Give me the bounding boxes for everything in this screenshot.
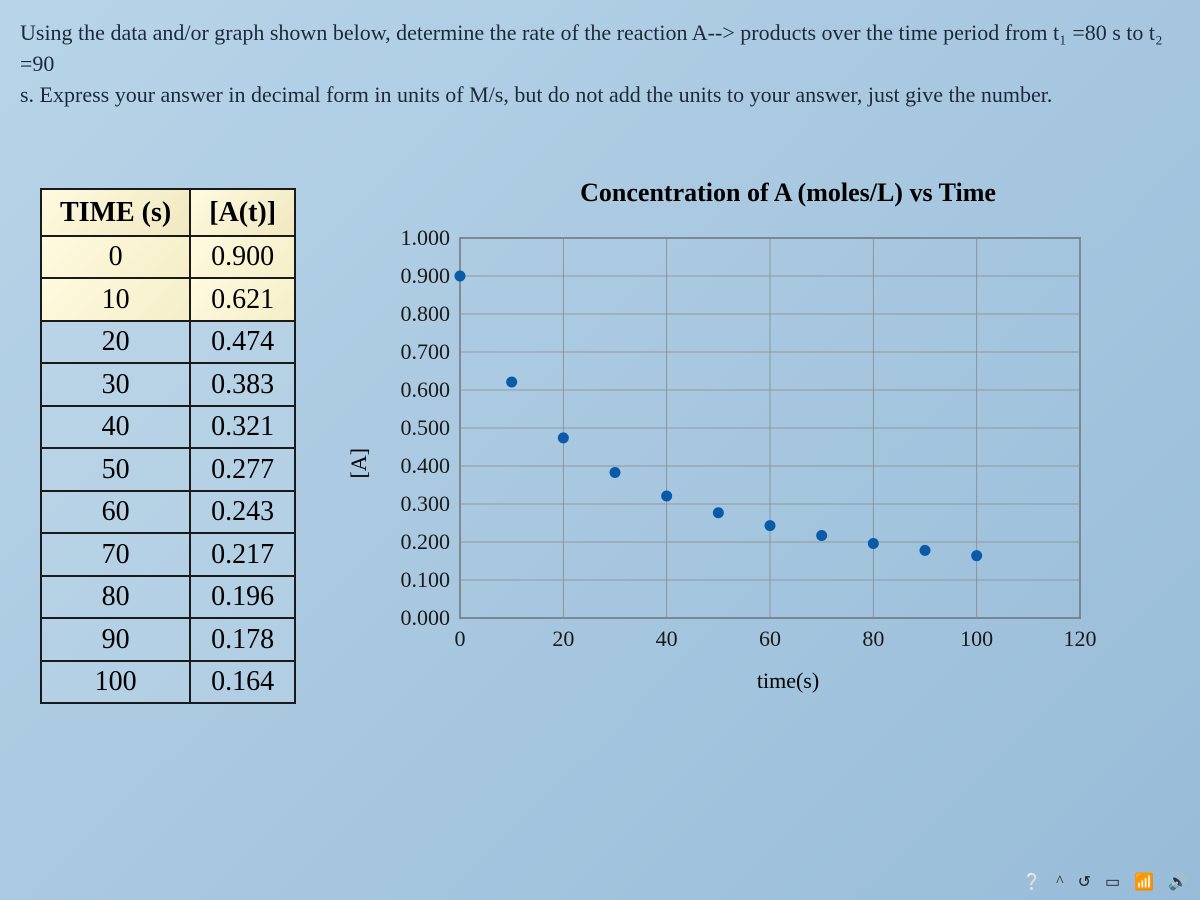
table-row: 500.277 [41,448,295,490]
cell-time: 90 [41,618,190,660]
svg-text:120: 120 [1064,626,1097,651]
cell-time: 0 [41,236,190,278]
scatter-plot: 0 20 40 60 80 100 120 0.000 0.100 0.200 0.300 0.400… [380,228,1100,658]
cell-conc: 0.178 [190,618,295,660]
cell-conc: 0.321 [190,406,295,448]
svg-text:0.300: 0.300 [401,491,451,516]
chart-wrap: [A] 0204060801001200.0000.1000.2000.3000… [346,228,1170,658]
svg-text:40: 40 [656,626,678,651]
cell-time: 20 [41,321,190,363]
svg-text:0: 0 [455,626,466,651]
cell-conc: 0.277 [190,448,295,490]
chevron-up-icon[interactable]: ^ [1056,873,1064,891]
svg-text:0.100: 0.100 [401,567,451,592]
cell-conc: 0.621 [190,278,295,320]
svg-text:0.800: 0.800 [401,301,451,326]
cell-time: 100 [41,661,190,704]
svg-text:0.500: 0.500 [401,415,451,440]
cell-time: 70 [41,533,190,575]
table-row: 900.178 [41,618,295,660]
table-row: 1000.164 [41,661,295,704]
chart-title: Concentration of A (moles/L) vs Time [406,178,1170,208]
table-row: 300.383 [41,363,295,405]
table-row: 700.217 [41,533,295,575]
volume-icon[interactable]: 🔊 [1168,872,1188,892]
table-row: 00.900 [41,236,295,278]
svg-text:0.400: 0.400 [401,453,451,478]
table-row: 100.621 [41,278,295,320]
header-time: TIME (s) [41,189,190,236]
concentration-table: TIME (s) [A(t)] 00.900 100.621 200.474 3… [40,188,296,704]
svg-text:20: 20 [552,626,574,651]
svg-text:1.000: 1.000 [401,228,451,250]
cell-conc: 0.164 [190,661,295,704]
cell-time: 80 [41,576,190,618]
x-axis-label: time(s) [406,668,1170,694]
svg-text:60: 60 [759,626,781,651]
table-row: 800.196 [41,576,295,618]
question-prompt: Using the data and/or graph shown below,… [0,0,1200,128]
cell-conc: 0.196 [190,576,295,618]
svg-text:100: 100 [960,626,993,651]
battery-icon[interactable]: ▭ [1105,872,1120,892]
cell-conc: 0.217 [190,533,295,575]
cell-conc: 0.243 [190,491,295,533]
svg-text:0.200: 0.200 [401,529,451,554]
cell-conc: 0.474 [190,321,295,363]
cell-time: 40 [41,406,190,448]
chart-plot-area: 0 20 40 60 80 100 120 0.000 0.100 0.200 0.300 0.400… [380,228,1100,658]
cell-conc: 0.383 [190,363,295,405]
svg-text:0.600: 0.600 [401,377,451,402]
y-axis-label: [A] [346,408,372,479]
header-concentration: [A(t)] [190,189,295,236]
question-line1: Using the data and/or graph shown below,… [20,20,1163,76]
cell-time: 50 [41,448,190,490]
windows-taskbar: ❔ ^ ↺ ▭ 📶 🔊 [1010,864,1200,900]
table-row: 600.243 [41,491,295,533]
chart-container: Concentration of A (moles/L) vs Time [A]… [336,168,1180,704]
cell-time: 30 [41,363,190,405]
table-header-row: TIME (s) [A(t)] [41,189,295,236]
help-icon[interactable]: ❔ [1022,872,1042,892]
svg-text:0.900: 0.900 [401,263,451,288]
table-row: 200.474 [41,321,295,363]
sync-icon[interactable]: ↺ [1078,872,1091,892]
svg-text:0.000: 0.000 [401,605,451,630]
table-row: 400.321 [41,406,295,448]
cell-time: 60 [41,491,190,533]
question-line2: s. Express your answer in decimal form i… [20,82,1052,107]
cell-time: 10 [41,278,190,320]
content-area: TIME (s) [A(t)] 00.900 100.621 200.474 3… [0,128,1200,704]
wifi-icon[interactable]: 📶 [1134,872,1154,892]
cell-conc: 0.900 [190,236,295,278]
svg-text:80: 80 [862,626,884,651]
svg-text:0.700: 0.700 [401,339,451,364]
